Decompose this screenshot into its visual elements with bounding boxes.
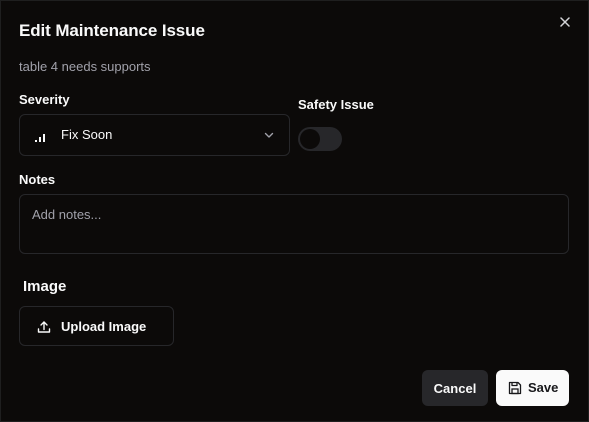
notes-input[interactable]	[19, 194, 569, 254]
safety-issue-toggle[interactable]	[298, 127, 342, 151]
cancel-button[interactable]: Cancel	[422, 370, 488, 406]
dialog-subtitle: table 4 needs supports	[19, 59, 151, 74]
close-icon	[560, 17, 570, 27]
upload-icon	[37, 321, 51, 333]
image-heading: Image	[23, 278, 67, 295]
chevron-down-icon	[264, 132, 274, 138]
upload-image-button[interactable]: Upload Image	[19, 306, 174, 346]
edit-issue-dialog: Edit Maintenance Issue table 4 needs sup…	[0, 0, 589, 422]
save-icon	[508, 381, 522, 395]
severity-value: Fix Soon	[61, 127, 113, 142]
safety-issue-label: Safety Issue	[298, 97, 374, 112]
notes-label: Notes	[19, 172, 56, 187]
toggle-knob	[300, 129, 320, 149]
save-label: Save	[528, 380, 559, 395]
severity-label: Severity	[19, 92, 70, 107]
severity-select[interactable]: Fix Soon	[19, 114, 290, 156]
upload-image-label: Upload Image	[61, 319, 147, 334]
signal-bars-icon	[35, 134, 45, 142]
close-button[interactable]	[556, 13, 574, 31]
dialog-title: Edit Maintenance Issue	[19, 21, 205, 40]
save-button[interactable]: Save	[496, 370, 569, 406]
